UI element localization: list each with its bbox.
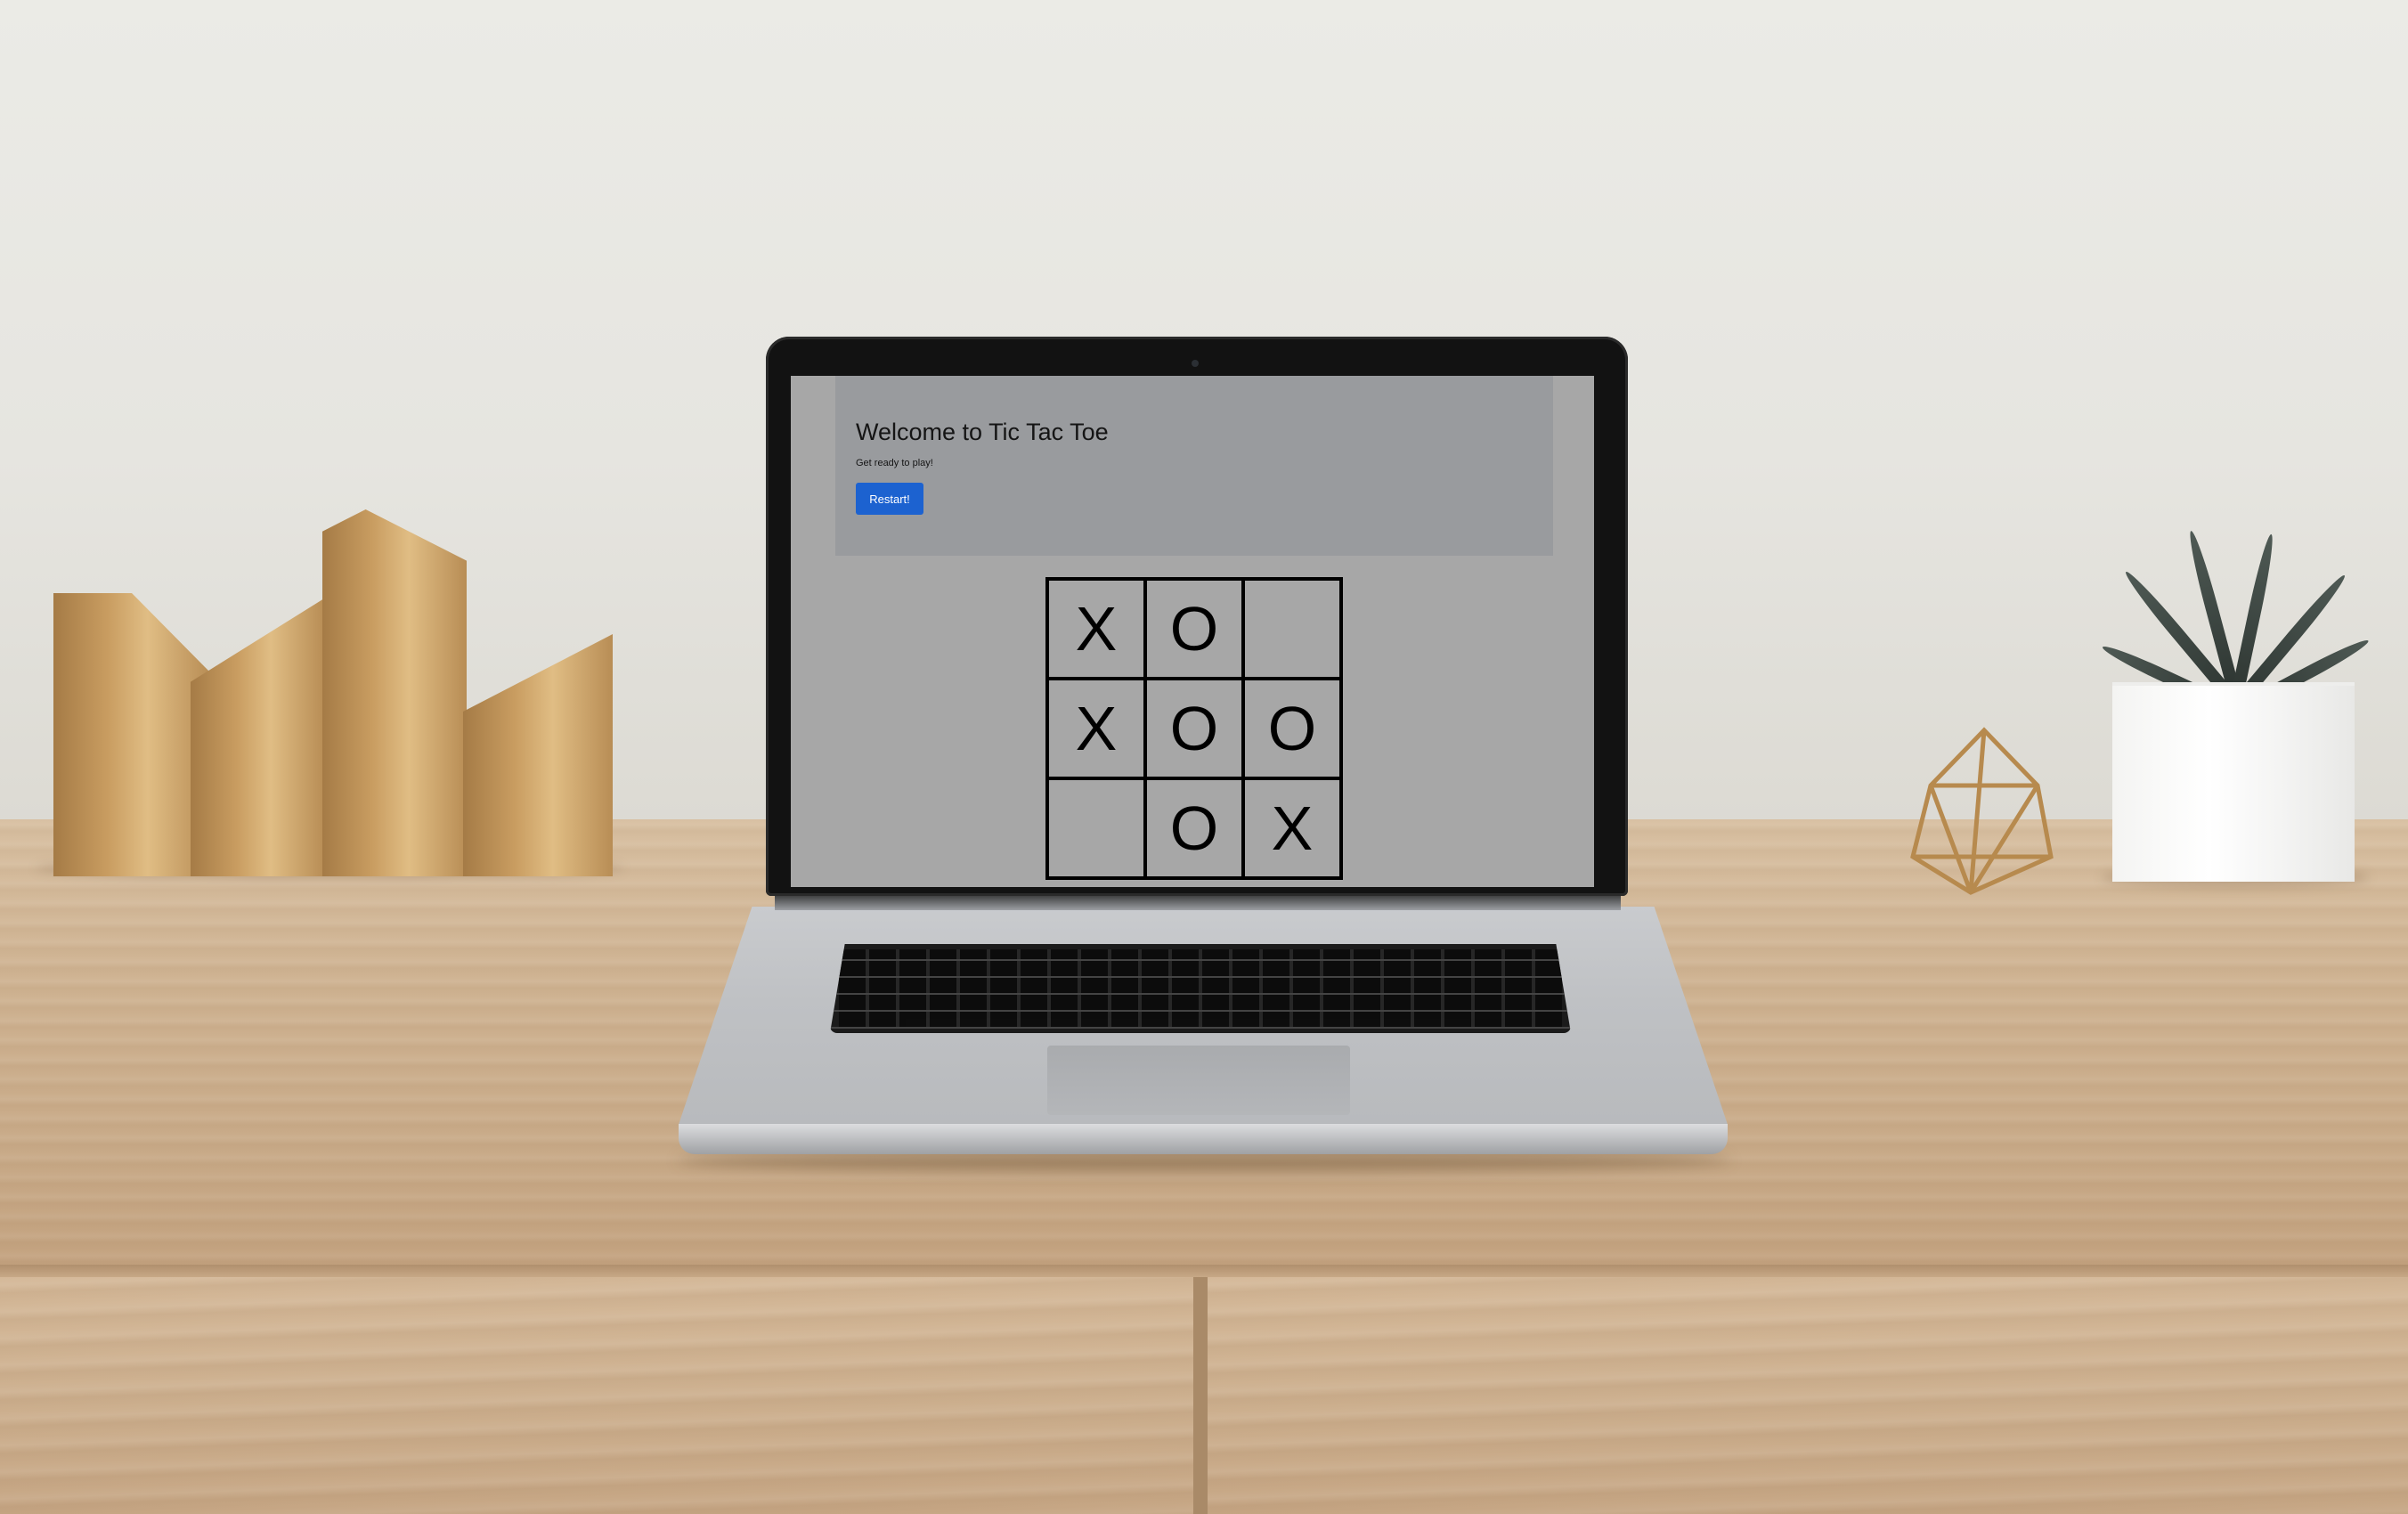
board-cell[interactable]: X (1047, 579, 1145, 679)
restart-button[interactable]: Restart! (856, 483, 923, 515)
geometric-ornament (1910, 727, 2054, 895)
laptop-front-edge (679, 1124, 1728, 1154)
board-cell[interactable] (1047, 778, 1145, 878)
hero-banner: Welcome to Tic Tac Toe Get ready to play… (835, 376, 1553, 556)
drawer-right (1208, 1277, 2408, 1514)
desk-scene: Welcome to Tic Tac Toe Get ready to play… (0, 0, 2408, 1514)
tic-tac-toe-board: X O X O O O X (1045, 577, 1343, 880)
board-cell[interactable]: O (1145, 579, 1243, 679)
page-title: Welcome to Tic Tac Toe (856, 419, 1109, 445)
board-cell[interactable]: O (1243, 679, 1341, 778)
camera-icon (1192, 360, 1199, 367)
board-cell[interactable]: O (1145, 679, 1243, 778)
board-cell[interactable] (1243, 579, 1341, 679)
board-cell[interactable]: O (1145, 778, 1243, 878)
drawer-gap (1193, 1277, 1208, 1514)
gold-vase (322, 509, 467, 876)
white-pot (2112, 686, 2355, 882)
app-screen: Welcome to Tic Tac Toe Get ready to play… (791, 376, 1594, 887)
page-subtitle: Get ready to play! (856, 458, 933, 468)
board-cell[interactable]: X (1243, 778, 1341, 878)
trackpad (1047, 1046, 1350, 1115)
board-cell[interactable]: X (1047, 679, 1145, 778)
keyboard (830, 944, 1571, 1033)
desk-edge (0, 1265, 2408, 1277)
drawer-left (0, 1277, 1193, 1514)
